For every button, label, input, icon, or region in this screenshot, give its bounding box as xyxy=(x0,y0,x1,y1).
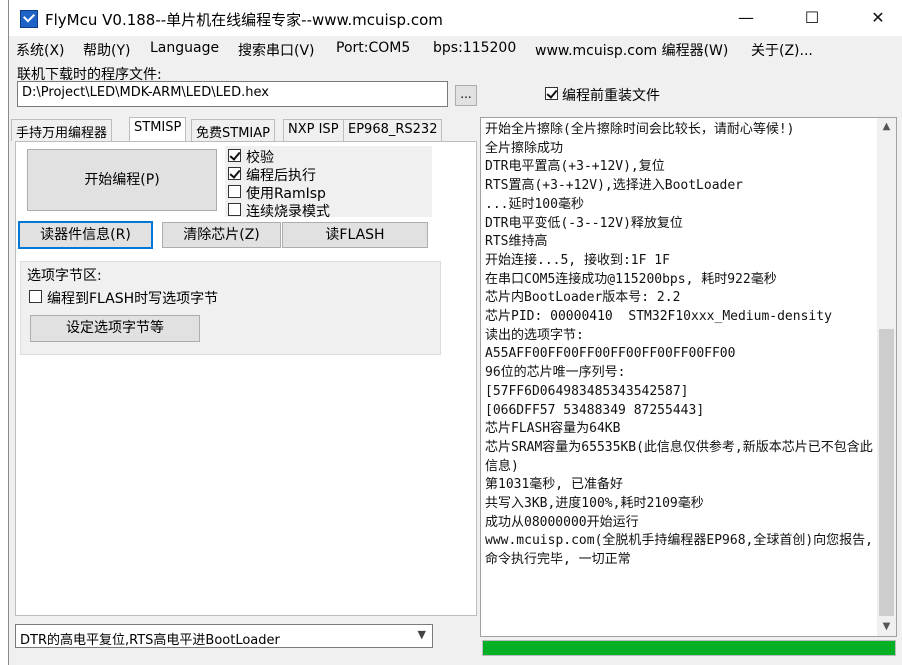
read-flash-button[interactable]: 读FLASH xyxy=(282,222,428,248)
log-lines: 开始全片擦除(全片擦除时间会比较长，请耐心等候!) 全片擦除成功 DTR电平置高(+… xyxy=(485,121,873,570)
menu-baud-rate[interactable]: bps:115200 xyxy=(433,40,516,56)
log-line: 共写入3KB,进度100%,耗时2109毫秒 xyxy=(485,496,704,512)
tab-stmisp[interactable]: STMISP xyxy=(129,117,187,142)
scroll-up-arrow-icon[interactable]: ▲ xyxy=(877,118,896,136)
app-icon xyxy=(20,10,38,28)
log-line: 芯片SRAM容量为65535KB(此信息仅供参考,新版本芯片已不包含此信息) xyxy=(485,439,873,474)
progress-fill xyxy=(483,641,895,655)
tab-ep968-rs232[interactable]: EP968_RS232 xyxy=(343,119,443,141)
flymcu-window: FlyMcu V0.188--单片机在线编程专家--www.mcuisp.com… xyxy=(8,0,902,665)
log-line: www.mcuisp.com(全脱机手持编程器EP968,全球首创)向您报告, … xyxy=(485,533,874,568)
verify-checkbox[interactable] xyxy=(228,149,241,162)
log-line: 开始连接...5, 接收到:1F 1F xyxy=(485,252,670,268)
background-window-fragment xyxy=(0,0,8,665)
log-line: 96位的芯片唯一序列号: xyxy=(485,365,626,381)
menu-port[interactable]: Port:COM5 xyxy=(336,40,410,56)
log-line: ...延时100毫秒 xyxy=(485,196,584,212)
option-bytes-title: 选项字节区: xyxy=(27,268,102,284)
use-ramisp-checkbox[interactable] xyxy=(228,185,241,198)
use-ramisp-label: 使用RamIsp xyxy=(246,186,326,202)
tab-nxp-isp[interactable]: NXP ISP xyxy=(283,119,344,141)
start-programming-button[interactable]: 开始编程(P) xyxy=(27,149,217,211)
stmisp-panel: 开始编程(P) 校验 编程后执行 使用RamIsp 连续烧录模式 读器件信息(R… xyxy=(15,141,477,616)
log-line: 芯片内BootLoader版本号: 2.2 xyxy=(485,290,681,306)
log-line: 全片擦除成功 xyxy=(485,140,564,156)
tab-handheld-programmer[interactable]: 手持万用编程器 xyxy=(11,119,113,141)
option-bytes-group: 选项字节区: 编程到FLASH时写选项字节 设定选项字节等 xyxy=(20,261,441,355)
log-line: RTS维持高 xyxy=(485,234,548,250)
log-scrollbar[interactable]: ▲ ▼ xyxy=(877,118,896,636)
menu-bar: 系统(X) 帮助(Y) Language 搜索串口(V) Port:COM5 b… xyxy=(9,38,902,62)
menu-language[interactable]: Language xyxy=(150,40,219,56)
log-line: [57FF6D064983485343542587] xyxy=(485,383,689,399)
menu-about[interactable]: 关于(Z)... xyxy=(751,40,813,60)
menu-system[interactable]: 系统(X) xyxy=(16,40,65,60)
continuous-burn-label: 连续烧录模式 xyxy=(246,204,330,220)
log-line: RTS置高(+3-+12V),选择进入BootLoader xyxy=(485,178,744,194)
close-button[interactable]: ✕ xyxy=(855,0,901,36)
read-device-info-button[interactable]: 读器件信息(R) xyxy=(18,221,153,249)
log-line: 读出的选项字节: xyxy=(485,327,584,343)
set-option-bytes-button[interactable]: 设定选项字节等 xyxy=(30,315,200,342)
menu-help[interactable]: 帮助(Y) xyxy=(83,40,130,60)
program-options: 校验 编程后执行 使用RamIsp 连续烧录模式 xyxy=(225,146,432,220)
scroll-down-arrow-icon[interactable]: ▼ xyxy=(877,618,896,636)
log-line: 芯片FLASH容量为64KB xyxy=(485,421,621,437)
chevron-down-icon[interactable]: ▼ xyxy=(418,628,426,641)
write-option-bytes-label: 编程到FLASH时写选项字节 xyxy=(47,291,219,307)
log-line: 第1031毫秒, 已准备好 xyxy=(485,477,623,493)
reload-before-program-checkbox[interactable] xyxy=(545,87,558,100)
program-file-path-input[interactable]: D:\Project\LED\MDK-ARM\LED\LED.hex xyxy=(17,81,448,107)
log-line: DTR电平置高(+3-+12V),复位 xyxy=(485,159,665,175)
menu-programmer[interactable]: www.mcuisp.com 编程器(W) xyxy=(535,40,728,60)
output-log[interactable]: 开始全片擦除(全片擦除时间会比较长，请耐心等候!) 全片擦除成功 DTR电平置高(+… xyxy=(480,117,897,637)
minimize-button[interactable]: — xyxy=(723,0,769,36)
continuous-burn-checkbox[interactable] xyxy=(228,203,241,216)
log-line: [066DFF57 53488349 87255443] xyxy=(485,402,705,418)
tab-free-stmiap[interactable]: 免费STMIAP xyxy=(191,119,275,141)
maximize-button[interactable]: ☐ xyxy=(789,0,835,36)
reset-mode-select[interactable]: DTR的高电平复位,RTS高电平进BootLoader ▼ xyxy=(15,624,433,648)
reload-before-program-label: 编程前重装文件 xyxy=(562,88,660,104)
erase-chip-button[interactable]: 清除芯片(Z) xyxy=(162,222,281,248)
reset-mode-value: DTR的高电平复位,RTS高电平进BootLoader xyxy=(20,633,280,648)
write-option-bytes-checkbox[interactable] xyxy=(29,290,42,303)
log-line: 芯片PID: 00000410 STM32F10xxx_Medium-densi… xyxy=(485,309,832,325)
menu-search-port[interactable]: 搜索串口(V) xyxy=(238,40,315,60)
log-line: A55AFF00FF00FF00FF00FF00FF00FF00 xyxy=(485,346,736,362)
log-line: DTR电平变低(-3--12V)释放复位 xyxy=(485,215,683,231)
browse-button[interactable]: ... xyxy=(455,85,477,106)
title-bar: FlyMcu V0.188--单片机在线编程专家--www.mcuisp.com… xyxy=(9,0,902,36)
log-line: 成功从08000000开始运行 xyxy=(485,514,639,530)
run-after-program-label: 编程后执行 xyxy=(246,168,316,184)
window-title: FlyMcu V0.188--单片机在线编程专家--www.mcuisp.com xyxy=(45,11,443,29)
progress-bar xyxy=(482,640,896,656)
scroll-thumb[interactable] xyxy=(879,329,894,616)
log-line: 在串口COM5连接成功@115200bps, 耗时922毫秒 xyxy=(485,271,777,287)
log-line: 开始全片擦除(全片擦除时间会比较长，请耐心等候!) xyxy=(485,122,795,137)
verify-label: 校验 xyxy=(246,150,274,166)
run-after-program-checkbox[interactable] xyxy=(228,167,241,180)
